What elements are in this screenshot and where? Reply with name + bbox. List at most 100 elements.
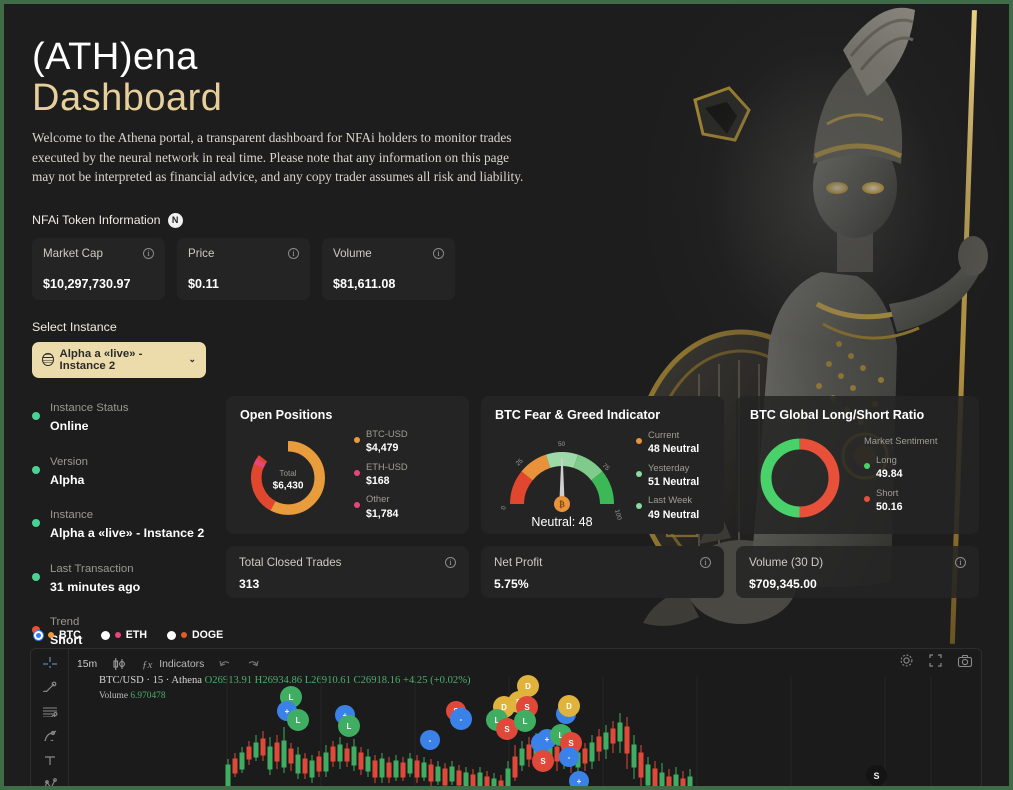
legend-value: 49.84 bbox=[876, 467, 903, 480]
legend-item-yesterday: Yesterday 51 Neutral bbox=[636, 461, 699, 490]
legend-label: Current bbox=[648, 428, 680, 440]
svg-text:L: L bbox=[523, 717, 528, 726]
svg-text:-: - bbox=[429, 736, 432, 745]
legend-item-last-week: Last Week 49 Neutral bbox=[636, 493, 699, 522]
info-icon[interactable]: i bbox=[955, 557, 966, 568]
token-card-value: $81,611.08 bbox=[333, 276, 396, 291]
token-card-label: Price bbox=[188, 246, 215, 260]
legend-dot bbox=[636, 503, 642, 510]
donut-center-value: $6,430 bbox=[273, 480, 304, 491]
legend-item-eth-usd: ETH-USD $168 bbox=[354, 460, 408, 489]
legend-label: Other bbox=[366, 493, 390, 505]
svg-text:S: S bbox=[504, 725, 510, 734]
legend-item-other: Other $1,784 bbox=[354, 492, 408, 521]
token-cards: Market Cap i $10,297,730.97 Price i $0.1… bbox=[32, 237, 1009, 300]
legend-label: Yesterday bbox=[648, 461, 690, 473]
svg-text:D: D bbox=[566, 702, 572, 711]
instance-status-list: Instance Status Online Version Alpha Ins… bbox=[32, 398, 212, 666]
info-icon[interactable]: i bbox=[700, 557, 711, 568]
token-section-title: NFAi Token Information bbox=[32, 213, 161, 228]
gauge-tick: 0 bbox=[500, 505, 508, 511]
card-net-profit: Net Profit i 5.75% bbox=[481, 546, 724, 598]
gauge-status-label: Neutral: 48 bbox=[531, 515, 592, 528]
legend-dot bbox=[354, 436, 360, 443]
legend-dot bbox=[354, 502, 360, 509]
legend-dot bbox=[864, 462, 870, 469]
globe-icon bbox=[42, 353, 54, 367]
intro-paragraph: Welcome to the Athena portal, a transpar… bbox=[32, 130, 524, 185]
chart-legend-eth[interactable]: ETH bbox=[100, 629, 147, 641]
legend-label: ETH bbox=[125, 629, 147, 641]
svg-text:L: L bbox=[347, 722, 352, 731]
nfai-token-icon: N bbox=[167, 212, 183, 228]
fear-greed-gauge-chart: ₿ 0 25 50 75 100 Neutral: 48 bbox=[500, 441, 623, 528]
status-key: Instance Status bbox=[50, 402, 129, 414]
radio-btc[interactable] bbox=[34, 630, 43, 640]
token-card-market-cap: Market Cap i $10,297,730.97 bbox=[32, 237, 165, 300]
gauge-tick: 50 bbox=[558, 441, 566, 448]
status-dot bbox=[32, 572, 40, 581]
stat-value: 313 bbox=[239, 577, 260, 591]
open-positions-donut-chart: Total $6,430 bbox=[251, 440, 325, 515]
legend-dot bbox=[354, 469, 360, 476]
legend-dot bbox=[636, 470, 642, 477]
token-card-price: Price i $0.11 bbox=[177, 237, 310, 300]
stat-value: $709,345.00 bbox=[749, 577, 817, 591]
legend-dot bbox=[180, 632, 187, 638]
stat-label: Total Closed Trades bbox=[239, 556, 342, 569]
legend-value: $168 bbox=[366, 474, 390, 487]
radio-eth[interactable] bbox=[100, 630, 110, 640]
legend-label: ETH-USD bbox=[366, 460, 408, 472]
svg-text:L: L bbox=[296, 716, 301, 725]
legend-dot bbox=[114, 632, 121, 638]
chart-marker-badge[interactable]: S bbox=[866, 765, 887, 786]
card-long-short-ratio: BTC Global Long/Short Ratio Market Senti… bbox=[736, 396, 979, 534]
chart-legend-btc[interactable]: BTC bbox=[34, 629, 81, 641]
legend-value: 48 Neutral bbox=[648, 442, 700, 455]
svg-text:+: + bbox=[577, 777, 582, 786]
status-item-version: Version Alpha bbox=[32, 452, 212, 490]
gauge-tick: 75 bbox=[601, 462, 611, 472]
legend-label: Last Week bbox=[648, 494, 693, 506]
token-card-label: Volume bbox=[333, 246, 372, 260]
info-icon[interactable]: i bbox=[288, 247, 299, 259]
legend-value: 51 Neutral bbox=[648, 475, 700, 488]
info-icon[interactable]: i bbox=[433, 247, 444, 259]
candlestick-chart: L + L + L - S - D D D S L S L + D + + L bbox=[225, 675, 932, 786]
legend-value: $1,784 bbox=[366, 507, 399, 520]
stat-label: Volume (30 D) bbox=[749, 556, 824, 569]
instance-select-dropdown[interactable]: Alpha a «live» - Instance 2 ⌄ bbox=[32, 341, 206, 378]
status-item-instance: Instance Alpha a «live» - Instance 2 bbox=[32, 505, 212, 543]
svg-text:S: S bbox=[540, 757, 546, 766]
card-volume-30d: Volume (30 D) i $709,345.00 bbox=[736, 546, 979, 598]
page-title-line2: Dashboard bbox=[32, 76, 223, 119]
svg-text:D: D bbox=[525, 682, 531, 691]
card-title: BTC Fear & Greed Indicator bbox=[495, 408, 661, 422]
legend-dot bbox=[636, 437, 642, 444]
card-open-positions: Open Positions Total $6,430 BTC-USD $4,4… bbox=[226, 396, 469, 534]
svg-text:S: S bbox=[568, 739, 574, 748]
donut-center-label: Total bbox=[279, 469, 296, 478]
legend-dot bbox=[48, 632, 54, 638]
info-icon[interactable]: i bbox=[445, 557, 456, 568]
legend-label: Short bbox=[876, 486, 899, 498]
legend-item-short: Short 50.16 bbox=[864, 486, 937, 515]
long-short-legend: Market Sentiment Long 49.84 Short 50.16 bbox=[864, 434, 937, 519]
trading-chart-panel[interactable]: 15m ƒx Indicators BTC/USD · 15 · Athena … bbox=[30, 648, 982, 786]
status-dot bbox=[32, 465, 40, 474]
status-value: Alpha a «live» - Instance 2 bbox=[50, 526, 205, 541]
status-dot bbox=[32, 519, 40, 528]
card-title: Open Positions bbox=[240, 408, 333, 422]
radio-doge[interactable] bbox=[166, 630, 176, 640]
card-fear-greed: BTC Fear & Greed Indicator ₿ 0 25 50 75 … bbox=[481, 396, 724, 534]
svg-text:L: L bbox=[289, 693, 294, 702]
status-value: 31 minutes ago bbox=[50, 579, 141, 594]
open-positions-legend: BTC-USD $4,479 ETH-USD $168 Other $1,784 bbox=[354, 427, 408, 526]
svg-text:+: + bbox=[545, 735, 550, 744]
svg-text:₿: ₿ bbox=[559, 499, 565, 509]
svg-text:-: - bbox=[568, 753, 571, 762]
chart-legend-doge[interactable]: DOGE bbox=[166, 629, 223, 641]
info-icon[interactable]: i bbox=[143, 247, 154, 259]
legend-label: BTC-USD bbox=[366, 427, 408, 439]
chevron-down-icon: ⌄ bbox=[188, 354, 196, 365]
